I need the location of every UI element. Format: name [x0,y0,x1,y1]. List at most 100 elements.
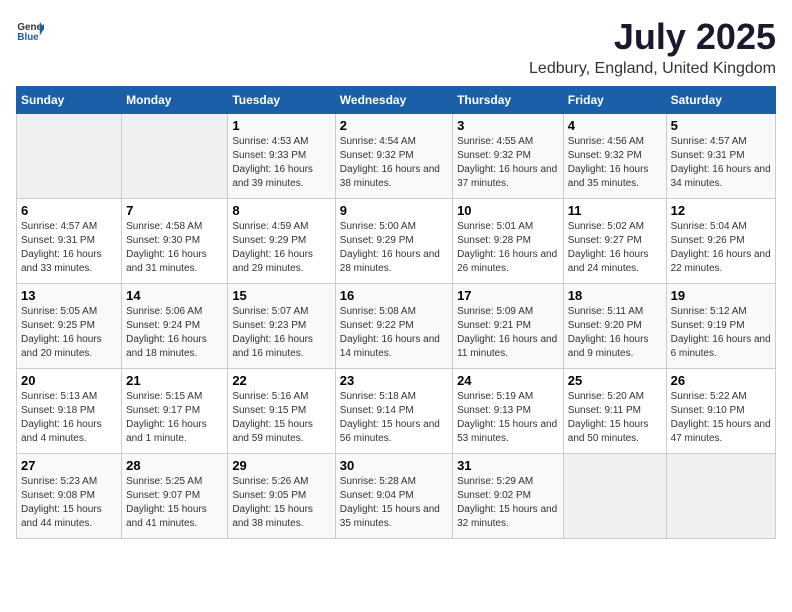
days-header-row: Sunday Monday Tuesday Wednesday Thursday… [17,87,776,114]
logo: General Blue [16,16,44,44]
day-number: 18 [568,288,662,303]
day-number: 23 [340,373,448,388]
day-detail: Sunrise: 5:16 AM Sunset: 9:15 PM Dayligh… [232,390,330,446]
day-detail: Sunrise: 5:23 AM Sunset: 9:08 PM Dayligh… [21,475,117,531]
day-number: 24 [457,373,559,388]
header-sunday: Sunday [17,87,122,114]
table-row: 29Sunrise: 5:26 AM Sunset: 9:05 PM Dayli… [228,454,335,539]
table-row: 1Sunrise: 4:53 AM Sunset: 9:33 PM Daylig… [228,114,335,199]
table-row: 5 Sunrise: 4:57 AM Sunset: 9:31 PM Daylig… [666,114,775,199]
table-row: 20 Sunrise: 5:13 AM Sunset: 9:18 PM Dayli… [17,369,122,454]
day-number: 31 [457,458,559,473]
calendar-week-row: 20 Sunrise: 5:13 AM Sunset: 9:18 PM Dayli… [17,369,776,454]
calendar-table: Sunday Monday Tuesday Wednesday Thursday… [16,86,776,539]
day-number: 10 [457,203,559,218]
day-number: 5 [671,118,771,133]
header: General Blue July 2025 Ledbury, England,… [16,16,776,78]
header-wednesday: Wednesday [335,87,452,114]
day-detail: Sunrise: 5:05 AM Sunset: 9:25 PM Dayligh… [21,305,117,361]
table-row: 25Sunrise: 5:20 AM Sunset: 9:11 PM Dayli… [563,369,666,454]
day-number: 26 [671,373,771,388]
table-row: 7Sunrise: 4:58 AM Sunset: 9:30 PM Daylig… [122,199,228,284]
header-monday: Monday [122,87,228,114]
table-row: 4 Sunrise: 4:56 AM Sunset: 9:32 PM Daylig… [563,114,666,199]
header-saturday: Saturday [666,87,775,114]
day-number: 17 [457,288,559,303]
day-number: 21 [126,373,223,388]
day-detail: Sunrise: 5:02 AM Sunset: 9:27 PM Dayligh… [568,220,662,276]
table-row: 27 Sunrise: 5:23 AM Sunset: 9:08 PM Dayli… [17,454,122,539]
table-row: 18 Sunrise: 5:11 AM Sunset: 9:20 PM Dayli… [563,284,666,369]
table-row: 9 Sunrise: 5:00 AM Sunset: 9:29 PM Daylig… [335,199,452,284]
calendar-week-row: 13 Sunrise: 5:05 AM Sunset: 9:25 PM Dayli… [17,284,776,369]
day-detail: Sunrise: 5:11 AM Sunset: 9:20 PM Dayligh… [568,305,662,361]
day-detail: Sunrise: 5:00 AM Sunset: 9:29 PM Dayligh… [340,220,448,276]
table-row [122,114,228,199]
table-row: 15 Sunrise: 5:07 AM Sunset: 9:23 PM Dayli… [228,284,335,369]
table-row: 13 Sunrise: 5:05 AM Sunset: 9:25 PM Dayli… [17,284,122,369]
day-detail: Sunrise: 4:54 AM Sunset: 9:32 PM Dayligh… [340,135,448,191]
table-row: 14Sunrise: 5:06 AM Sunset: 9:24 PM Dayli… [122,284,228,369]
day-detail: Sunrise: 4:57 AM Sunset: 9:31 PM Dayligh… [671,135,771,191]
table-row: 2Sunrise: 4:54 AM Sunset: 9:32 PM Daylig… [335,114,452,199]
day-detail: Sunrise: 5:28 AM Sunset: 9:04 PM Dayligh… [340,475,448,531]
day-detail: Sunrise: 4:57 AM Sunset: 9:31 PM Dayligh… [21,220,117,276]
day-number: 14 [126,288,223,303]
day-number: 27 [21,458,117,473]
day-detail: Sunrise: 5:18 AM Sunset: 9:14 PM Dayligh… [340,390,448,446]
table-row: 22 Sunrise: 5:16 AM Sunset: 9:15 PM Dayli… [228,369,335,454]
logo-icon: General Blue [16,16,44,44]
calendar-week-row: 1Sunrise: 4:53 AM Sunset: 9:33 PM Daylig… [17,114,776,199]
day-number: 22 [232,373,330,388]
day-number: 29 [232,458,330,473]
calendar-title: July 2025 [529,16,776,58]
day-number: 3 [457,118,559,133]
table-row: 8 Sunrise: 4:59 AM Sunset: 9:29 PM Daylig… [228,199,335,284]
day-detail: Sunrise: 5:08 AM Sunset: 9:22 PM Dayligh… [340,305,448,361]
day-number: 16 [340,288,448,303]
day-detail: Sunrise: 5:19 AM Sunset: 9:13 PM Dayligh… [457,390,559,446]
day-number: 4 [568,118,662,133]
calendar-week-row: 27 Sunrise: 5:23 AM Sunset: 9:08 PM Dayli… [17,454,776,539]
day-detail: Sunrise: 5:25 AM Sunset: 9:07 PM Dayligh… [126,475,223,531]
table-row: 31 Sunrise: 5:29 AM Sunset: 9:02 PM Dayli… [453,454,564,539]
day-detail: Sunrise: 5:12 AM Sunset: 9:19 PM Dayligh… [671,305,771,361]
day-detail: Sunrise: 4:53 AM Sunset: 9:33 PM Dayligh… [232,135,330,191]
day-number: 13 [21,288,117,303]
day-detail: Sunrise: 5:01 AM Sunset: 9:28 PM Dayligh… [457,220,559,276]
table-row: 28 Sunrise: 5:25 AM Sunset: 9:07 PM Dayli… [122,454,228,539]
day-number: 28 [126,458,223,473]
day-detail: Sunrise: 5:15 AM Sunset: 9:17 PM Dayligh… [126,390,223,446]
day-number: 7 [126,203,223,218]
table-row: 6Sunrise: 4:57 AM Sunset: 9:31 PM Daylig… [17,199,122,284]
day-detail: Sunrise: 5:29 AM Sunset: 9:02 PM Dayligh… [457,475,559,531]
day-number: 19 [671,288,771,303]
day-detail: Sunrise: 5:13 AM Sunset: 9:18 PM Dayligh… [21,390,117,446]
day-detail: Sunrise: 5:22 AM Sunset: 9:10 PM Dayligh… [671,390,771,446]
day-detail: Sunrise: 5:07 AM Sunset: 9:23 PM Dayligh… [232,305,330,361]
day-number: 12 [671,203,771,218]
table-row [563,454,666,539]
day-number: 20 [21,373,117,388]
table-row [17,114,122,199]
table-row: 12 Sunrise: 5:04 AM Sunset: 9:26 PM Dayli… [666,199,775,284]
table-row [666,454,775,539]
calendar-subtitle: Ledbury, England, United Kingdom [529,60,776,78]
table-row: 16 Sunrise: 5:08 AM Sunset: 9:22 PM Dayli… [335,284,452,369]
table-row: 3 Sunrise: 4:55 AM Sunset: 9:32 PM Daylig… [453,114,564,199]
day-detail: Sunrise: 5:20 AM Sunset: 9:11 PM Dayligh… [568,390,662,446]
title-block: July 2025 Ledbury, England, United Kingd… [529,16,776,78]
day-detail: Sunrise: 4:55 AM Sunset: 9:32 PM Dayligh… [457,135,559,191]
day-number: 15 [232,288,330,303]
header-friday: Friday [563,87,666,114]
calendar-week-row: 6Sunrise: 4:57 AM Sunset: 9:31 PM Daylig… [17,199,776,284]
day-detail: Sunrise: 4:59 AM Sunset: 9:29 PM Dayligh… [232,220,330,276]
day-number: 30 [340,458,448,473]
table-row: 19 Sunrise: 5:12 AM Sunset: 9:19 PM Dayli… [666,284,775,369]
day-detail: Sunrise: 4:56 AM Sunset: 9:32 PM Dayligh… [568,135,662,191]
day-number: 9 [340,203,448,218]
day-detail: Sunrise: 5:04 AM Sunset: 9:26 PM Dayligh… [671,220,771,276]
table-row: 24 Sunrise: 5:19 AM Sunset: 9:13 PM Dayli… [453,369,564,454]
day-number: 8 [232,203,330,218]
table-row: 26 Sunrise: 5:22 AM Sunset: 9:10 PM Dayli… [666,369,775,454]
